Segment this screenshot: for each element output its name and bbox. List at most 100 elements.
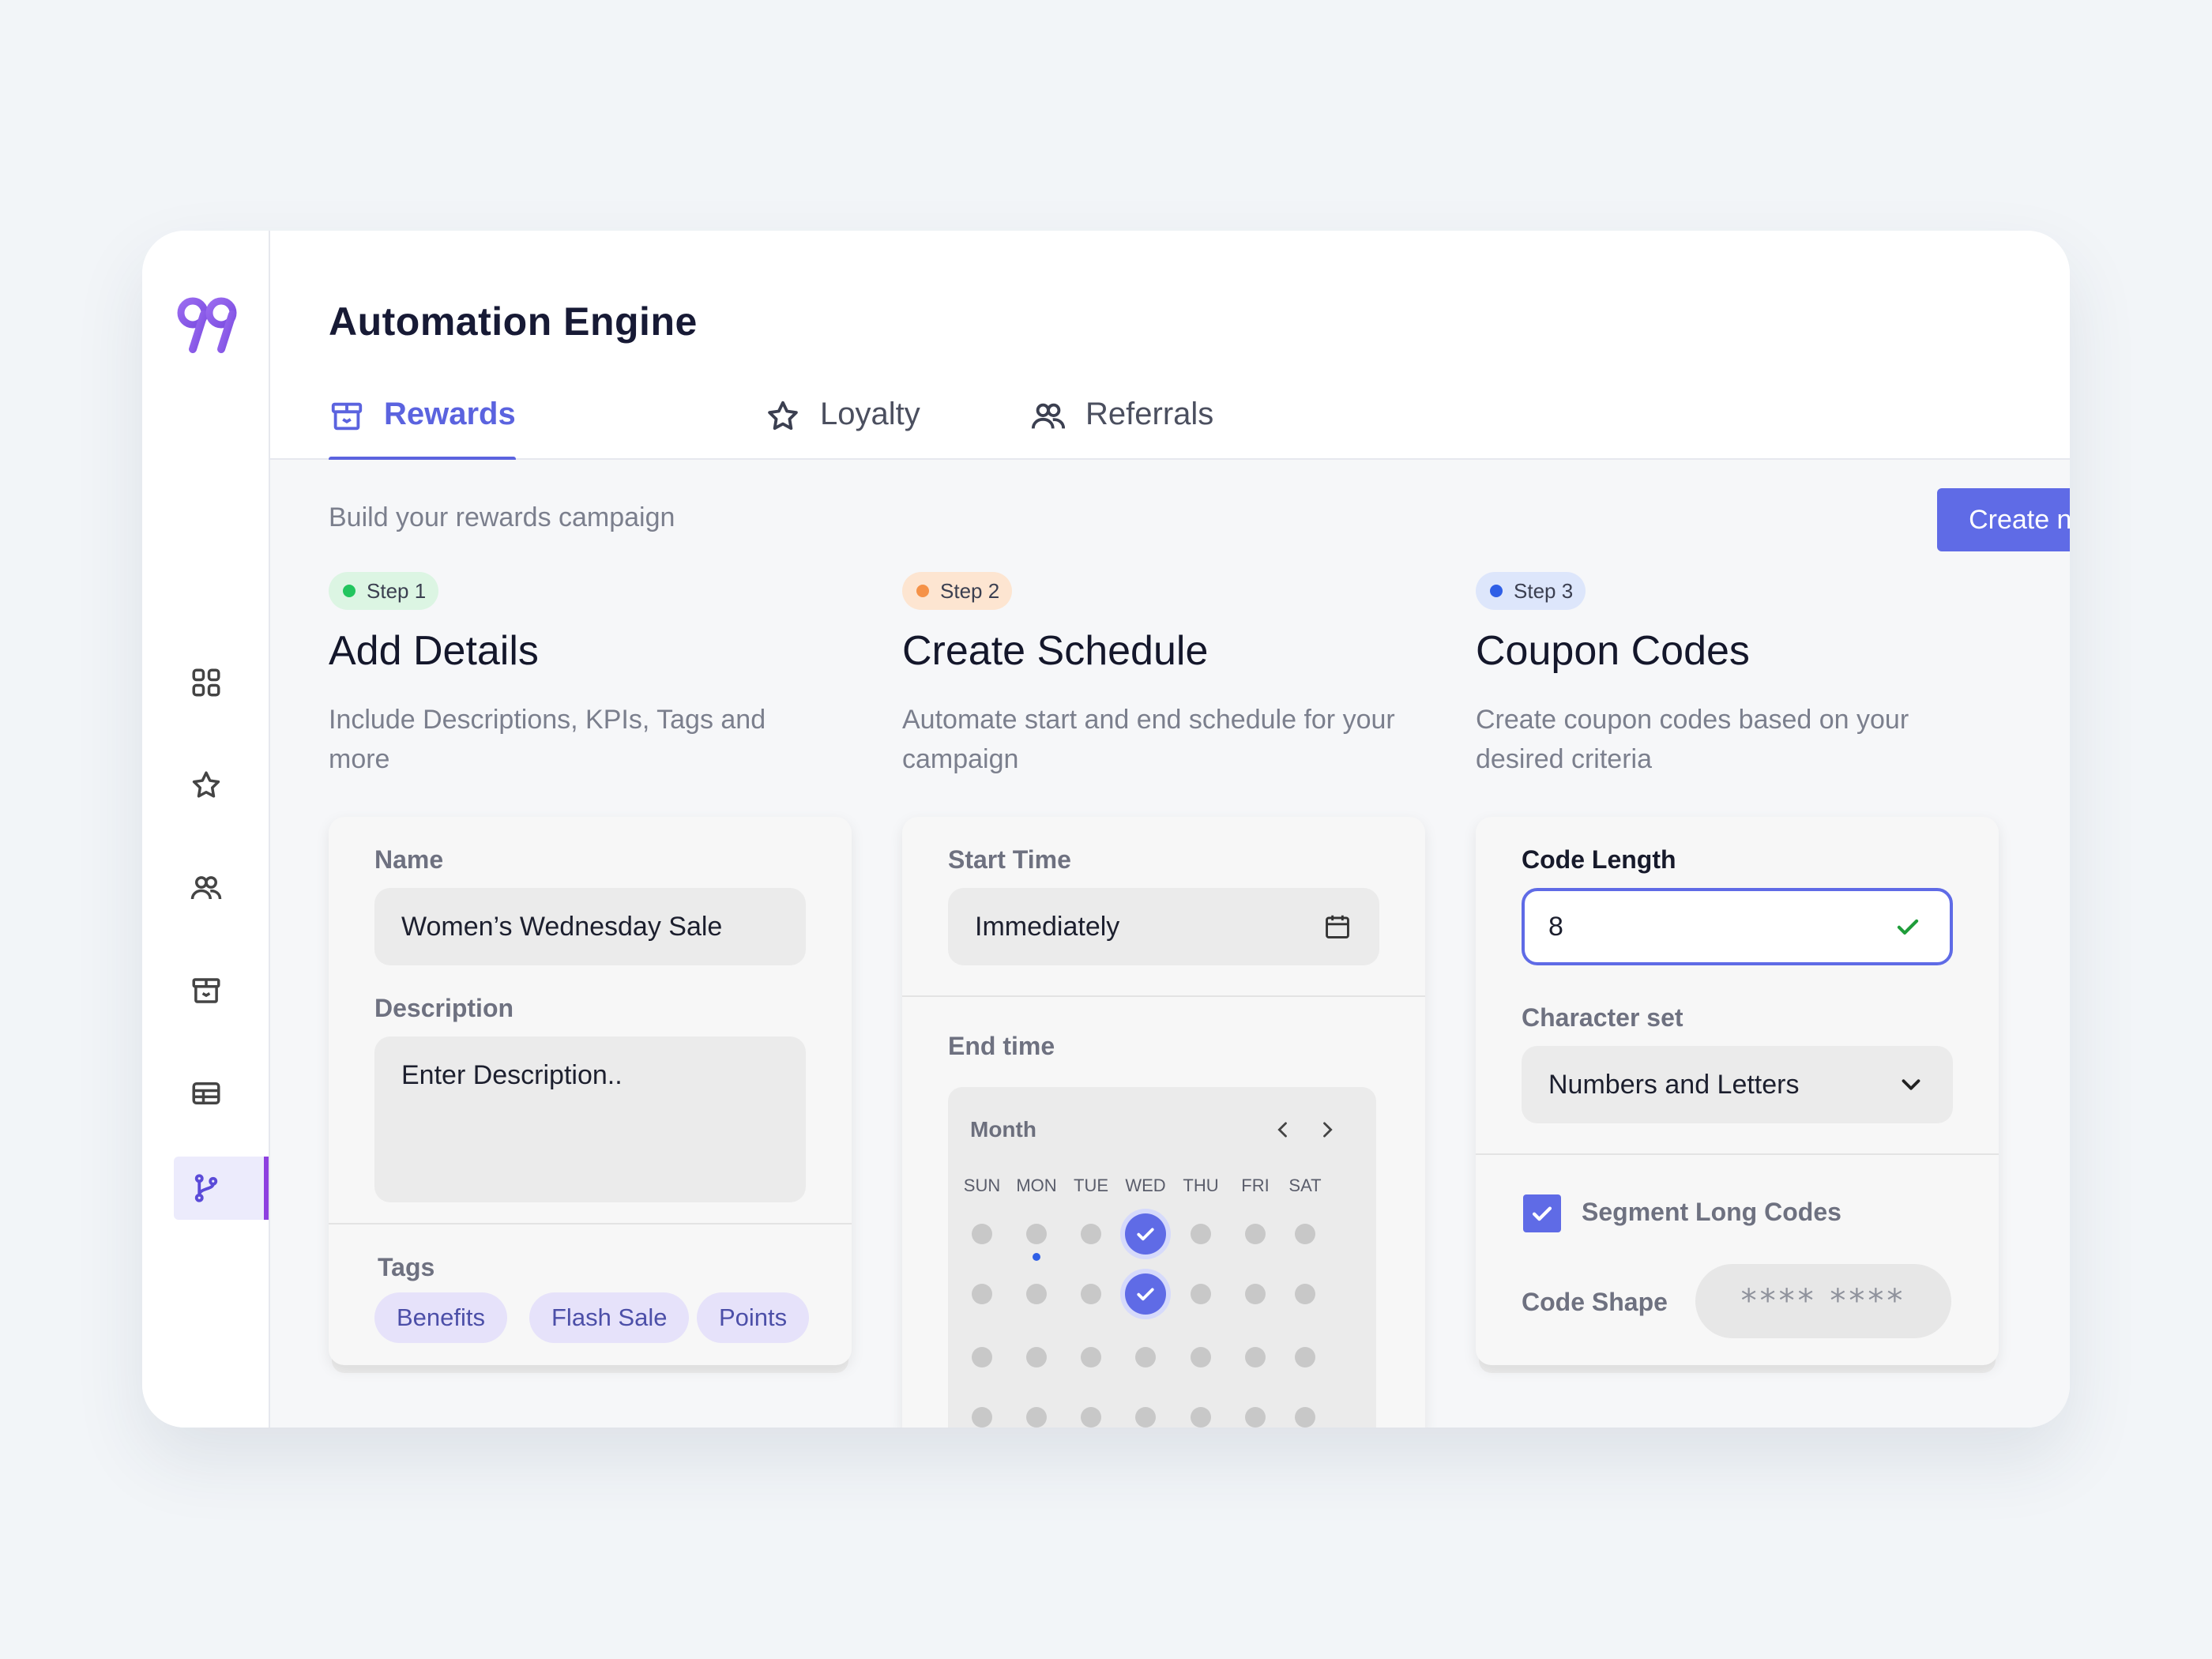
divider — [329, 1223, 852, 1224]
calendar-day[interactable] — [972, 1284, 992, 1304]
calendar-day[interactable] — [972, 1407, 992, 1428]
charset-value: Numbers and Letters — [1548, 1069, 1800, 1100]
tag-chip[interactable]: Benefits — [374, 1292, 508, 1343]
sidebar-item-loyalty[interactable] — [174, 754, 239, 817]
calendar-day[interactable] — [1081, 1284, 1101, 1304]
description-label: Description — [374, 994, 514, 1022]
star-icon — [192, 771, 220, 798]
step-title: Coupon Codes — [1476, 628, 1750, 674]
step-badge: Step 1 — [329, 572, 439, 610]
calendar-day[interactable] — [1295, 1407, 1315, 1428]
step-title: Create Schedule — [902, 628, 1209, 674]
grid-icon — [192, 668, 220, 697]
calendar-day[interactable] — [1191, 1407, 1211, 1428]
tab-referrals[interactable]: Referrals — [1030, 397, 1213, 460]
calendar-day[interactable] — [1295, 1284, 1315, 1304]
chevron-down-icon — [1902, 1079, 1920, 1090]
tab-label: Rewards — [384, 397, 516, 431]
name-label: Name — [374, 845, 444, 874]
start-time-label: Start Time — [948, 845, 1071, 874]
check-icon — [1897, 919, 1919, 935]
step-coupon-column: Step 3 Coupon Codes Create coupon codes … — [1476, 460, 1999, 1428]
calendar-day[interactable] — [1026, 1224, 1047, 1244]
tab-loyalty[interactable]: Loyalty — [765, 397, 920, 460]
calendar-day[interactable] — [1081, 1224, 1101, 1244]
header: Automation Engine Rewards Loyalty Referr… — [270, 231, 2070, 461]
weekday-label: SAT — [1288, 1176, 1322, 1195]
calendar-day[interactable] — [1191, 1347, 1211, 1367]
calendar-day[interactable] — [972, 1224, 992, 1244]
calendar-day[interactable] — [1191, 1224, 1211, 1244]
code-length-label: Code Length — [1522, 845, 1676, 874]
segment-label: Segment Long Codes — [1582, 1198, 1841, 1226]
step-description: Include Descriptions, KPIs, Tags and mor… — [329, 705, 766, 774]
weekday-label: THU — [1183, 1176, 1219, 1195]
schedule-card: Start Time Immediately End time Month SU… — [902, 817, 1425, 1428]
tab-label: Referrals — [1085, 397, 1214, 431]
sidebar-item-automation[interactable] — [174, 1157, 269, 1220]
sidebar-item-referrals[interactable] — [174, 856, 239, 920]
charset-select[interactable]: Numbers and Letters — [1522, 1046, 1953, 1123]
calendar-day[interactable] — [972, 1347, 992, 1367]
divider — [1476, 1153, 1999, 1155]
code-shape-preview[interactable]: **** **** — [1695, 1264, 1951, 1338]
chevron-right-icon[interactable] — [1316, 1119, 1338, 1141]
calendar-day[interactable] — [1295, 1224, 1315, 1244]
details-card: Name Women’s Wednesday Sale Description … — [329, 817, 852, 1365]
sidebar-item-table[interactable] — [174, 1062, 239, 1125]
weekday-label: MON — [1016, 1176, 1057, 1195]
star-icon — [768, 401, 798, 431]
step-title: Add Details — [329, 628, 539, 674]
calendar-day[interactable] — [1135, 1347, 1156, 1367]
segment-checkbox[interactable] — [1523, 1194, 1561, 1232]
divider — [902, 995, 1425, 997]
gift-icon — [331, 402, 363, 431]
start-time-input[interactable]: Immediately — [948, 888, 1379, 965]
users-icon — [1031, 403, 1066, 429]
app-window: Automation Engine Rewards Loyalty Referr… — [142, 231, 2070, 1428]
check-icon — [1532, 1206, 1552, 1221]
sidebar-item-dashboard[interactable] — [174, 651, 239, 714]
calendar-icon — [1326, 915, 1349, 939]
calendar-day[interactable] — [1295, 1347, 1315, 1367]
calendar-day[interactable] — [1191, 1284, 1211, 1304]
calendar-month-label: Month — [970, 1117, 1036, 1142]
users-icon — [190, 876, 222, 900]
calendar-day[interactable] — [1245, 1284, 1266, 1304]
calendar-day[interactable] — [1135, 1407, 1156, 1428]
calendar-day-selected[interactable] — [1125, 1213, 1166, 1255]
weekday-label: SUN — [963, 1176, 1001, 1195]
sidebar-item-rewards[interactable] — [174, 959, 239, 1022]
calendar-day[interactable] — [1026, 1284, 1047, 1304]
coupon-card: Code Length 8 Character set Numbers and … — [1476, 817, 1999, 1365]
calendar-day-selected[interactable] — [1125, 1273, 1166, 1315]
calendar-day[interactable] — [1026, 1347, 1047, 1367]
tab-rewards[interactable]: Rewards — [329, 397, 516, 461]
sidebar — [142, 231, 270, 1428]
tab-label: Loyalty — [820, 397, 920, 431]
calendar-day[interactable] — [1081, 1347, 1101, 1367]
page-title: Automation Engine — [329, 299, 698, 344]
calendar-day[interactable] — [1245, 1224, 1266, 1244]
calendar-day[interactable] — [1026, 1407, 1047, 1428]
calendar-day[interactable] — [1081, 1407, 1101, 1428]
chevron-left-icon[interactable] — [1272, 1119, 1294, 1141]
weekday-label: TUE — [1074, 1176, 1108, 1195]
start-time-value: Immediately — [975, 911, 1120, 942]
today-marker — [1033, 1253, 1040, 1261]
name-input[interactable]: Women’s Wednesday Sale — [374, 888, 806, 965]
code-length-value: 8 — [1548, 911, 1563, 942]
step-details-column: Step 1 Add Details Include Descriptions,… — [329, 460, 852, 1428]
table-icon — [192, 1082, 220, 1104]
end-time-label: End time — [948, 1032, 1055, 1060]
calendar-day[interactable] — [1245, 1347, 1266, 1367]
calendar-day[interactable] — [1245, 1407, 1266, 1428]
step-badge: Step 3 — [1476, 572, 1586, 610]
description-textarea[interactable]: Enter Description.. — [374, 1036, 806, 1202]
end-date-calendar: Month SUN MON TUE WED THU FRI SAT — [948, 1087, 1376, 1428]
code-length-input[interactable]: 8 — [1522, 888, 1953, 965]
tag-chip[interactable]: Points — [697, 1292, 810, 1343]
charset-label: Character set — [1522, 1003, 1683, 1032]
tag-chip[interactable]: Flash Sale — [529, 1292, 690, 1343]
content-area: Build your rewards campaign Create new S… — [270, 460, 2070, 1428]
